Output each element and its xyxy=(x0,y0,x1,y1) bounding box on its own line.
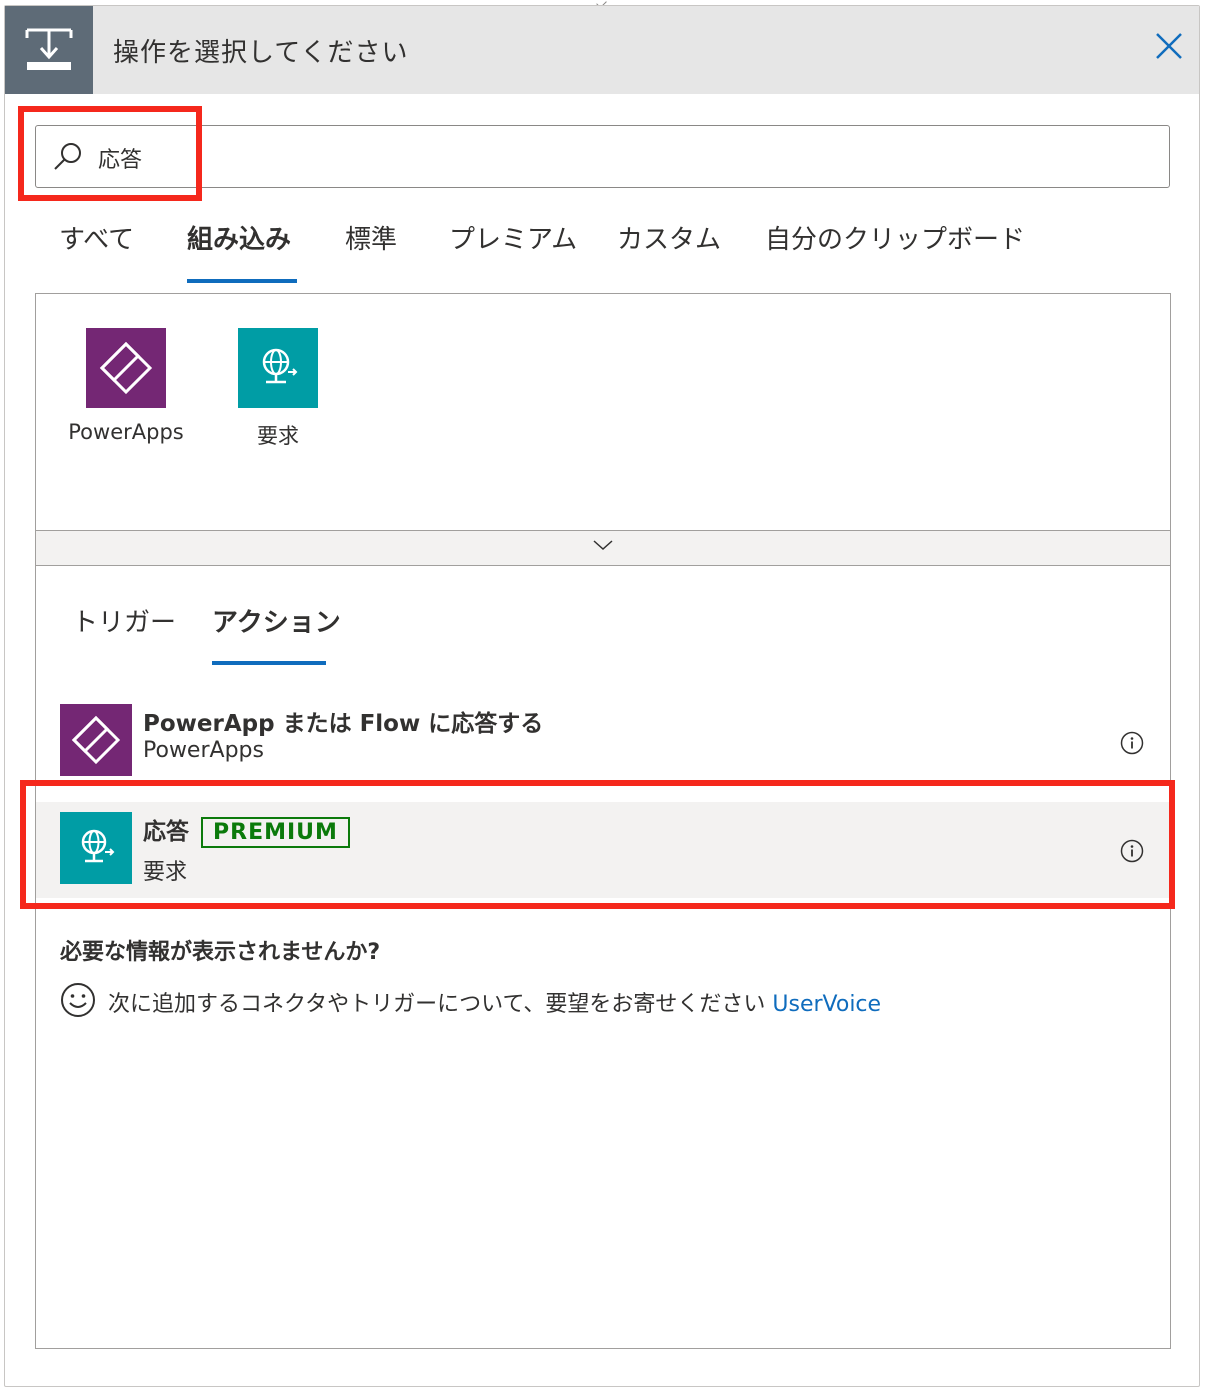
insert-step-icon xyxy=(5,6,93,94)
feedback-text: 次に追加するコネクタやトリガーについて、要望をお寄せください xyxy=(108,992,766,1017)
action-title-wrap: 応答 PREMIUM xyxy=(143,812,350,848)
powerapps-icon xyxy=(60,704,132,776)
smiley-icon xyxy=(60,982,96,1018)
panel-title: 操作を選択してください xyxy=(113,38,409,68)
connector-label: PowerApps xyxy=(68,420,184,444)
uservoice-link[interactable]: UserVoice xyxy=(772,992,881,1017)
tab-triggers[interactable]: トリガー xyxy=(72,602,176,639)
tab-custom[interactable]: カスタム xyxy=(617,219,721,256)
missing-info-question: 必要な情報が表示されませんか? xyxy=(60,940,381,965)
request-globe-icon xyxy=(238,328,318,408)
chevron-down-icon xyxy=(592,537,614,553)
tab-all[interactable]: すべて xyxy=(59,219,134,256)
tab-standard[interactable]: 標準 xyxy=(345,219,397,256)
action-row-response[interactable]: 応答 PREMIUM 要求 xyxy=(36,802,1170,898)
search-input[interactable]: 応答 xyxy=(35,125,1170,188)
connector-results: PowerApps 要求 トリガー アクション PowerApp または Flo… xyxy=(35,293,1171,1349)
premium-badge: PREMIUM xyxy=(201,817,350,848)
feedback-text-wrap: 次に追加するコネクタやトリガーについて、要望をお寄せください UserVoice xyxy=(108,986,881,1018)
action-title: 応答 xyxy=(143,819,189,845)
action-title: PowerApp または Flow に応答する xyxy=(143,711,544,737)
action-subtitle: PowerApps xyxy=(143,738,264,763)
request-globe-icon xyxy=(60,812,132,884)
tab-clipboard[interactable]: 自分のクリップボード xyxy=(765,219,1025,256)
action-row-powerapp-respond[interactable]: PowerApp または Flow に応答する PowerApps xyxy=(36,694,1170,790)
tab-actions[interactable]: アクション xyxy=(212,602,341,639)
powerapps-icon xyxy=(86,328,166,408)
search-value[interactable]: 応答 xyxy=(98,142,142,174)
close-icon[interactable] xyxy=(1151,28,1187,64)
tab-built-in[interactable]: 組み込み xyxy=(187,219,291,256)
action-subtitle: 要求 xyxy=(143,860,188,885)
tab-actions-underline xyxy=(212,661,326,665)
tab-premium[interactable]: プレミアム xyxy=(449,219,577,256)
connector-label: 要求 xyxy=(257,424,299,448)
search-icon xyxy=(51,140,85,174)
connector-request[interactable]: 要求 xyxy=(203,328,353,448)
tab-built-in-underline xyxy=(187,279,297,283)
info-icon[interactable] xyxy=(1120,731,1144,755)
collapse-connectors-bar[interactable] xyxy=(36,530,1170,566)
category-tabs: すべて 組み込み 標準 プレミアム カスタム 自分のクリップボード xyxy=(5,219,1199,289)
panel-header: 操作を選択してください xyxy=(5,6,1199,94)
choose-operation-panel: 操作を選択してください 応答 すべて 組み込み 標準 プレミアム カスタム 自分… xyxy=(4,5,1200,1387)
info-icon[interactable] xyxy=(1120,839,1144,863)
connector-powerapps[interactable]: PowerApps xyxy=(51,328,201,448)
